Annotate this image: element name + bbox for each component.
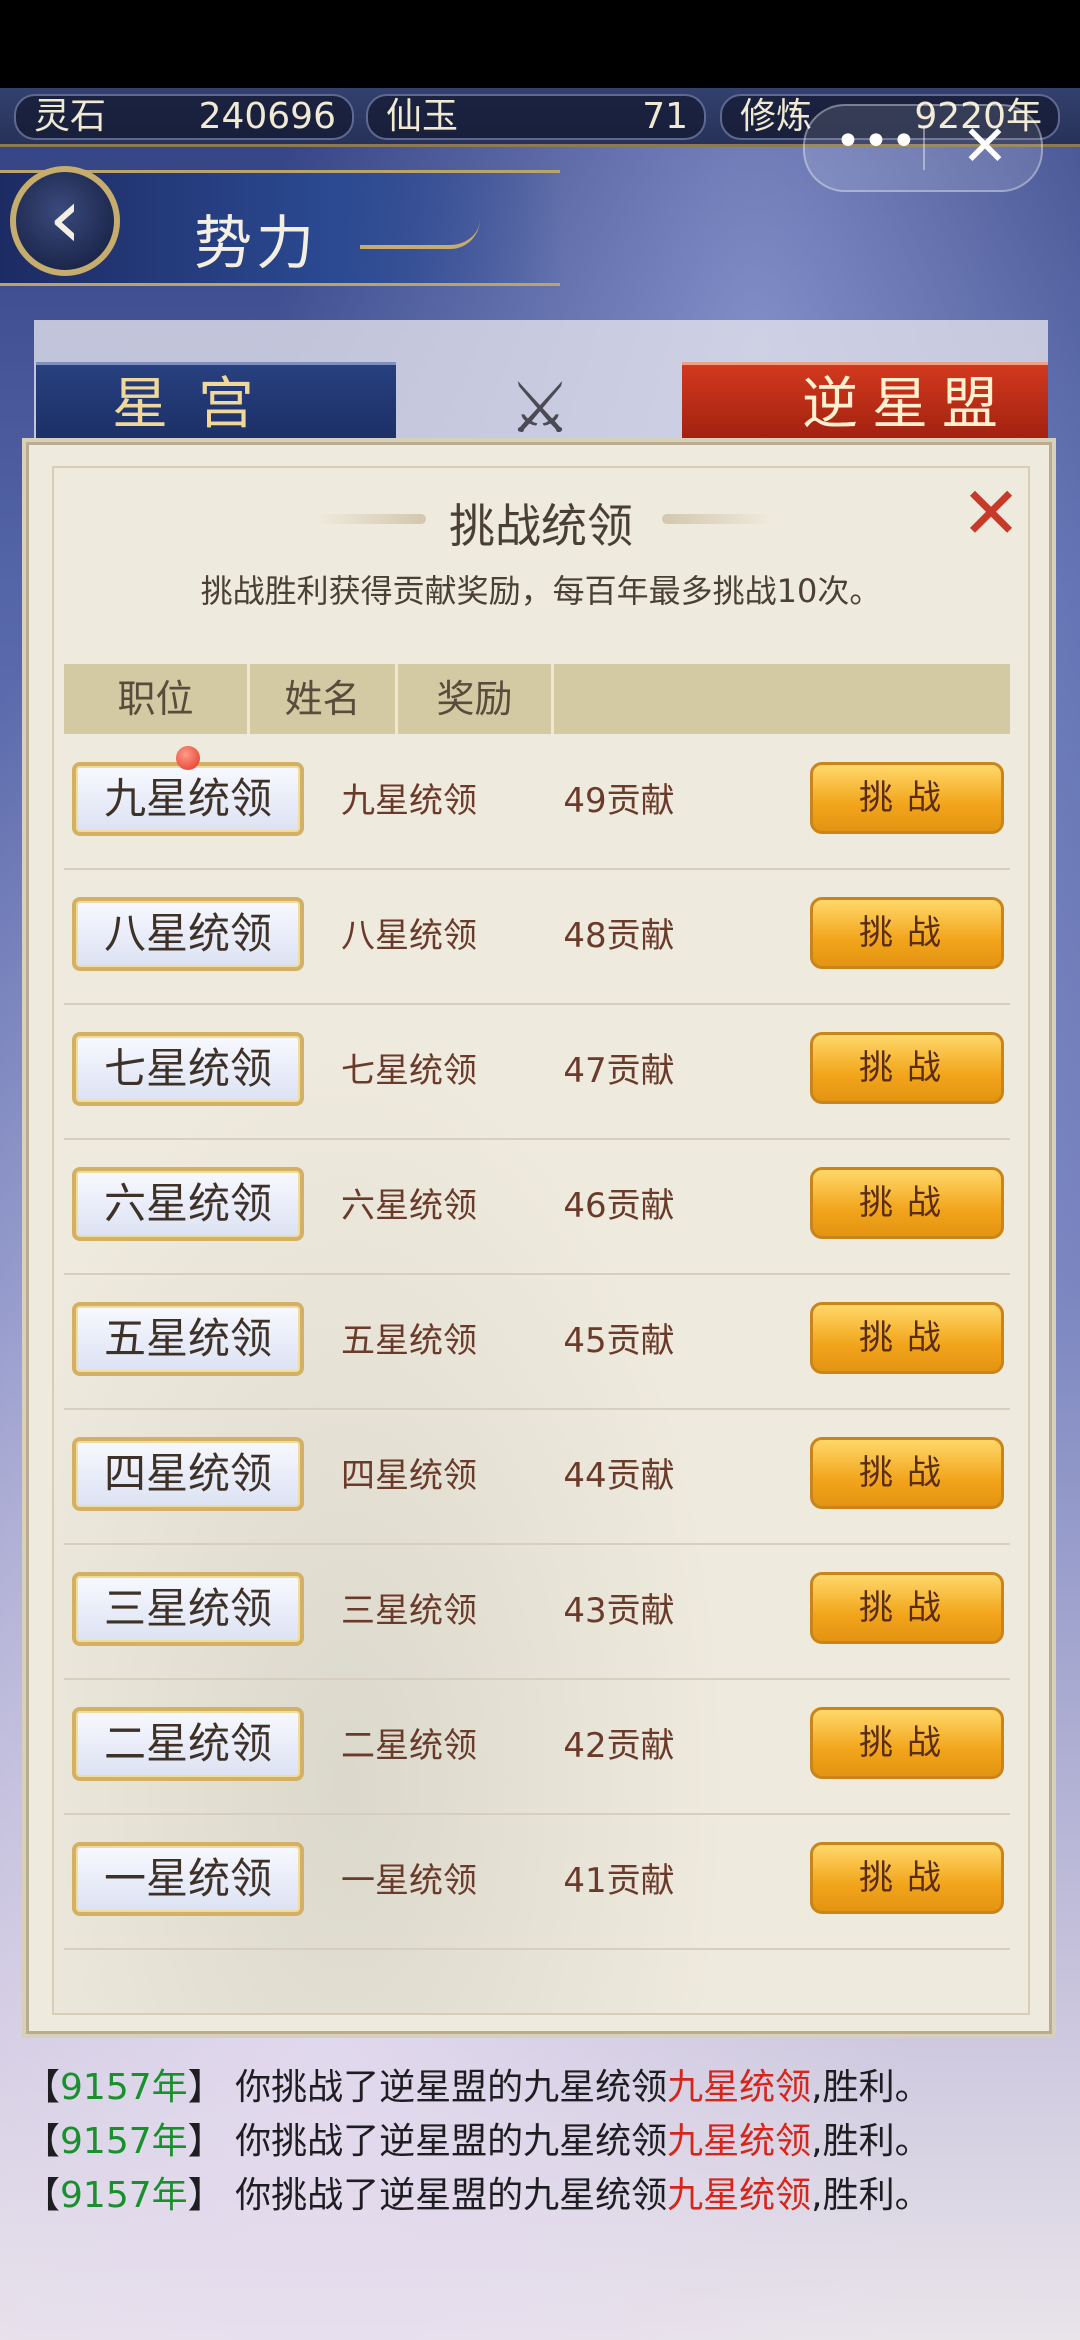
log-target: 九星统领 (667, 2175, 812, 2216)
challenge-button[interactable]: 挑战 (810, 1167, 1004, 1239)
challenge-button[interactable]: 挑战 (810, 1572, 1004, 1644)
battle-log-entry: 【9157年】 你挑战了逆星盟的九星统领九星统领,胜利。 (24, 2112, 931, 2164)
rank-badge: 五星统领 (72, 1302, 304, 1376)
status-bar (0, 0, 1080, 88)
reward-value: 46贡献 (563, 1186, 675, 1226)
log-result: ,胜利。 (811, 2121, 931, 2162)
crossed-swords-icon: ⚔ (508, 367, 572, 449)
resource-value: 71 (642, 96, 688, 137)
leader-name: 七星统领 (341, 1051, 477, 1091)
table-row: 九星统领 九星统领 49贡献 挑战 (64, 734, 1010, 870)
log-bracket: 】 (187, 2121, 224, 2162)
back-button[interactable]: ‹ (10, 166, 120, 276)
column-header-action (554, 664, 1010, 734)
reward-value: 48贡献 (563, 916, 675, 956)
column-header-rank: 职位 (64, 664, 250, 734)
more-icon[interactable]: ••• (835, 120, 917, 174)
log-bracket: 【 (24, 2067, 61, 2108)
leader-name: 九星统领 (341, 781, 477, 821)
log-bracket: 】 (187, 2175, 224, 2216)
challenge-button[interactable]: 挑战 (810, 1842, 1004, 1914)
table-row: 七星统领 七星统领 47贡献 挑战 (64, 1004, 1010, 1140)
close-icon[interactable]: ✕ (945, 112, 1025, 182)
resource-value: 240696 (198, 96, 336, 137)
log-text: 你挑战了逆星盟的九星统领 (235, 2175, 668, 2216)
dialog-subtitle: 挑战胜利获得贡献奖励，每百年最多挑战10次。 (200, 572, 882, 610)
leader-name: 二星统领 (341, 1726, 477, 1766)
leader-name: 八星统领 (341, 916, 477, 956)
leader-name: 六星统领 (341, 1186, 477, 1226)
dialog-title: 挑战统领 (449, 499, 633, 553)
table-row: 三星统领 三星统领 43贡献 挑战 (64, 1544, 1010, 1680)
rank-badge: 六星统领 (72, 1167, 304, 1241)
challenge-button[interactable]: 挑战 (810, 1032, 1004, 1104)
log-year: 9157年 (60, 2067, 188, 2108)
reward-value: 43贡献 (563, 1591, 675, 1631)
rank-badge: 二星统领 (72, 1707, 304, 1781)
table-row: 一星统领 一星统领 41贡献 挑战 (64, 1814, 1010, 1950)
reward-value: 45贡献 (563, 1321, 675, 1361)
rank-badge: 一星统领 (72, 1842, 304, 1916)
table-row: 五星统领 五星统领 45贡献 挑战 (64, 1274, 1010, 1410)
reward-value: 47贡献 (563, 1051, 675, 1091)
log-text: 你挑战了逆星盟的九星统领 (235, 2121, 668, 2162)
leader-name: 五星统领 (341, 1321, 477, 1361)
capsule-divider (923, 126, 925, 170)
rank-badge: 三星统领 (72, 1572, 304, 1646)
table-row: 二星统领 二星统领 42贡献 挑战 (64, 1679, 1010, 1815)
rank-badge: 八星统领 (72, 897, 304, 971)
reward-value: 49贡献 (563, 781, 675, 821)
faction-tab-xinggong[interactable]: 星宫 (36, 362, 396, 442)
title-decoration (360, 215, 480, 249)
battle-log-entry: 【9157年】 你挑战了逆星盟的九星统领九星统领,胜利。 (24, 2058, 931, 2110)
reward-value: 44贡献 (563, 1456, 675, 1496)
table-row: 六星统领 六星统领 46贡献 挑战 (64, 1139, 1010, 1275)
challenge-button[interactable]: 挑战 (810, 1302, 1004, 1374)
log-target: 九星统领 (667, 2067, 812, 2108)
page-title: 势力 (194, 209, 319, 277)
log-result: ,胜利。 (811, 2175, 931, 2216)
reward-value: 42贡献 (563, 1726, 675, 1766)
challenge-button[interactable]: 挑战 (810, 762, 1004, 834)
leader-name: 三星统领 (341, 1591, 477, 1631)
faction-tab-nixingmeng[interactable]: 逆星盟 (682, 362, 1048, 442)
challenge-dialog: 挑战统领 ✕ 挑战胜利获得贡献奖励，每百年最多挑战10次。 职位 姓名 奖励 九… (22, 438, 1056, 2038)
challenge-button[interactable]: 挑战 (810, 1437, 1004, 1509)
resource-label: 灵石 (34, 96, 107, 137)
resource-label: 修炼 (740, 96, 813, 137)
table-row: 四星统领 四星统领 44贡献 挑战 (64, 1409, 1010, 1545)
notification-dot (176, 746, 200, 770)
resource-xianyu: 仙玉 71 (366, 94, 706, 140)
log-bracket: 【 (24, 2175, 61, 2216)
resource-label: 仙玉 (386, 96, 459, 137)
log-year: 9157年 (60, 2121, 188, 2162)
log-text: 你挑战了逆星盟的九星统领 (235, 2067, 668, 2108)
leader-name: 四星统领 (341, 1456, 477, 1496)
column-header-name: 姓名 (250, 664, 398, 734)
log-year: 9157年 (60, 2175, 188, 2216)
rank-badge: 九星统领 (72, 762, 304, 836)
log-bracket: 【 (24, 2121, 61, 2162)
log-result: ,胜利。 (811, 2067, 931, 2108)
close-icon[interactable]: ✕ (956, 477, 1026, 549)
log-bracket: 】 (187, 2067, 224, 2108)
column-header-reward: 奖励 (398, 664, 554, 734)
rank-badge: 四星统领 (72, 1437, 304, 1511)
battle-log-entry: 【9157年】 你挑战了逆星盟的九星统领九星统领,胜利。 (24, 2166, 931, 2218)
table-row: 八星统领 八星统领 48贡献 挑战 (64, 869, 1010, 1005)
reward-value: 41贡献 (563, 1861, 675, 1901)
miniapp-capsule: ••• ✕ (803, 104, 1043, 192)
table-header: 职位 姓名 奖励 (64, 664, 1010, 734)
leader-name: 一星统领 (341, 1861, 477, 1901)
rank-badge: 七星统领 (72, 1032, 304, 1106)
resource-lingshi: 灵石 240696 (14, 94, 354, 140)
log-target: 九星统领 (667, 2121, 812, 2162)
challenge-button[interactable]: 挑战 (810, 897, 1004, 969)
challenge-button[interactable]: 挑战 (810, 1707, 1004, 1779)
